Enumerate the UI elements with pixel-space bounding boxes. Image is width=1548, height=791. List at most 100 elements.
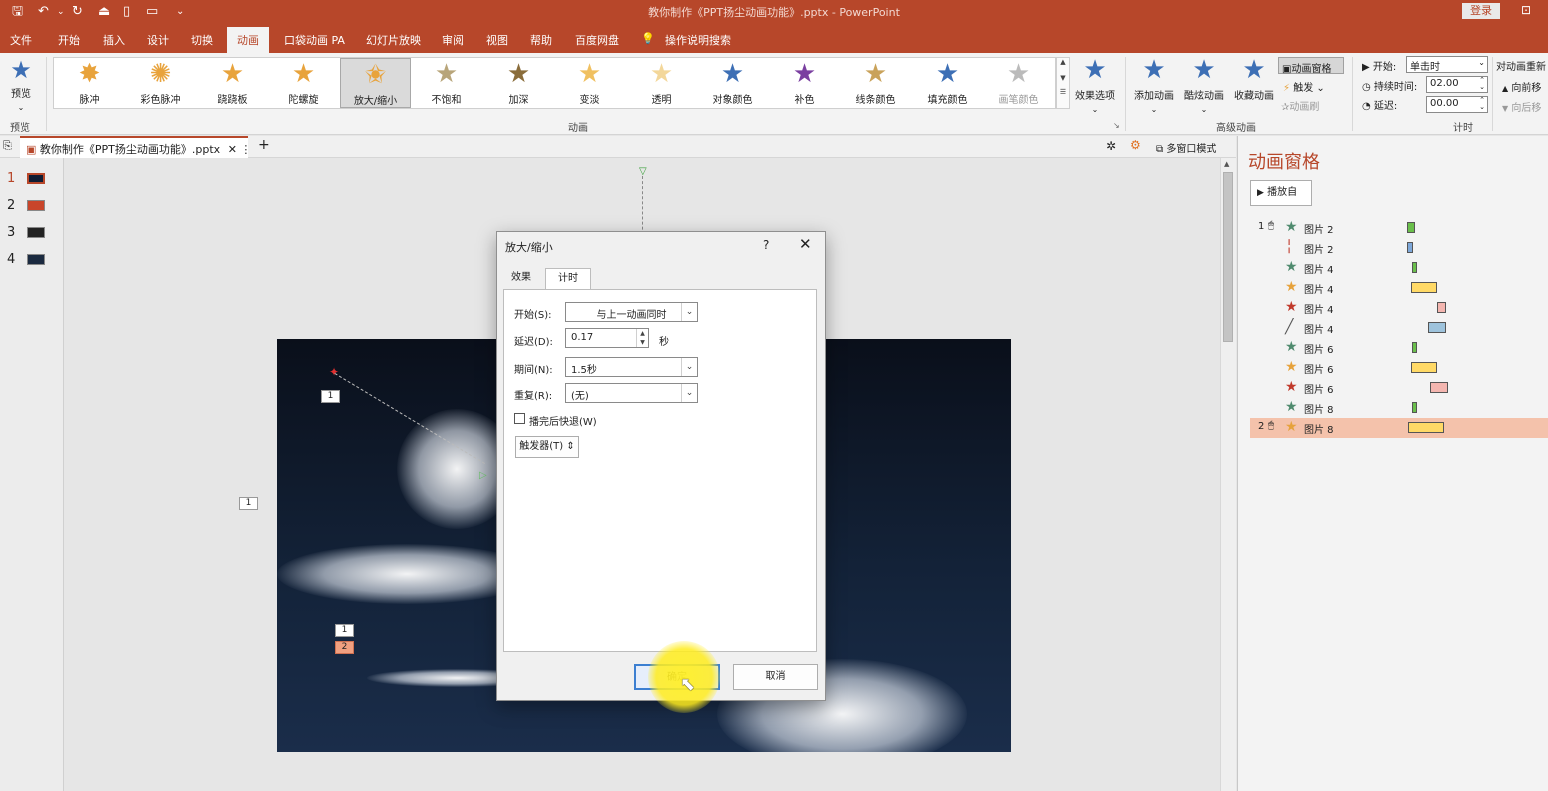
timeline-bar[interactable] [1407,222,1415,233]
dialog-launcher-icon[interactable]: ↘ [1113,121,1120,130]
help-icon[interactable]: ? [763,238,769,252]
gallery-more-icon[interactable]: ☰ [1057,88,1069,96]
menu-design[interactable]: 设计 [147,32,169,48]
timeline-bar[interactable] [1411,362,1437,373]
spinner-icon[interactable]: ⌃ ⌄ [1479,97,1485,111]
tab-effect[interactable]: 效果 [504,268,538,290]
scroll-up-icon[interactable]: ▲ [1224,160,1229,168]
slide-thumbnail[interactable] [27,200,45,211]
timeline-bar[interactable] [1408,422,1444,433]
vertical-scrollbar[interactable]: ▲ [1220,158,1236,791]
preview-button[interactable]: ★ 预览 ⌄ [4,57,38,117]
menu-help[interactable]: 帮助 [530,32,552,48]
gallery-spin[interactable]: ★ 陀螺旋 [268,58,339,108]
menu-review[interactable]: 审阅 [442,32,464,48]
login-button[interactable]: 登录 [1462,3,1500,19]
gallery-line-color[interactable]: ★ 线条颜色 [840,58,911,108]
gallery-color-pulse[interactable]: ✺ 彩色脉冲 [125,58,196,108]
animation-row[interactable]: ★ 图片 6 [1250,358,1548,378]
settings-gear-icon[interactable]: ⚙ [1130,138,1141,152]
spinner-icon[interactable]: ▲ ▼ [636,329,648,347]
menu-transitions[interactable]: 切换 [191,32,213,48]
tab-list-icon[interactable]: ⎘ [3,139,12,153]
animation-row[interactable]: ★ 图片 8 [1250,398,1548,418]
timeline-bar[interactable] [1430,382,1448,393]
spinner-icon[interactable]: ⌃ ⌄ [1479,77,1485,91]
start-select[interactable]: 与上一动画同时 ⌄ [565,302,698,322]
slide-thumbnail[interactable] [27,254,45,265]
animation-row[interactable]: 2 🖱 ★ 图片 8 [1250,418,1548,438]
more-vertical-icon[interactable]: ⋮ [240,143,251,156]
duration-input[interactable]: 02.00 ⌃ ⌄ [1426,76,1488,93]
repeat-select[interactable]: (无) ⌄ [565,383,698,403]
cancel-button[interactable]: 取消 [733,664,818,690]
trigger-button[interactable]: 触发器(T) ⇕ [515,436,579,458]
move-later-button[interactable]: ▼ 向后移 [1502,99,1541,114]
gallery-scroll[interactable]: ▲ ▼ ☰ [1056,57,1070,109]
animation-row[interactable]: ╱ 图片 4 [1250,318,1548,338]
slide-thumbnail[interactable] [27,173,45,184]
move-earlier-button[interactable]: ▲ 向前移 [1502,79,1541,94]
close-tab-icon[interactable]: ✕ [228,143,237,156]
timeline-bar[interactable] [1412,262,1417,273]
period-select[interactable]: 1.5秒 ⌄ [565,357,698,377]
menu-view[interactable]: 视图 [486,32,508,48]
ribbon-display-icon[interactable]: ⊡ [1521,3,1531,17]
timeline-bar[interactable] [1407,242,1413,253]
menu-baidu[interactable]: 百度网盘 [575,32,619,48]
menu-file[interactable]: 文件 [10,32,32,48]
gallery-brush-color[interactable]: ★ 画笔颜色 [983,58,1054,108]
menu-home[interactable]: 开始 [58,32,80,48]
menu-pocket-animation[interactable]: 口袋动画 PA [284,32,345,48]
gallery-pulse[interactable]: ✸ 脉冲 [54,58,125,108]
gallery-complementary[interactable]: ★ 补色 [769,58,840,108]
gallery-fill-color[interactable]: ★ 填充颜色 [912,58,983,108]
animation-row[interactable]: ╎ 图片 2 [1250,238,1548,258]
timeline-bar[interactable] [1411,282,1437,293]
timeline-bar[interactable] [1412,402,1417,413]
favorite-animation-button[interactable]: ★ 收藏动画 [1230,57,1278,117]
gallery-object-color[interactable]: ★ 对象颜色 [697,58,768,108]
gallery-desaturate[interactable]: ★ 不饱和 [411,58,482,108]
pin-icon[interactable]: ✲ [1106,139,1116,153]
menu-animations[interactable]: 动画 [227,27,269,53]
gallery-up-icon[interactable]: ▲ [1057,58,1069,66]
animation-brush-button[interactable]: ✰动画刷 [1281,98,1319,113]
animation-tag[interactable]: 1 [335,624,354,637]
animation-row[interactable]: ★ 图片 4 [1250,298,1548,318]
add-animation-button[interactable]: ★ 添加动画 ⌄ [1130,57,1178,117]
rewind-checkbox[interactable] [514,413,525,424]
timeline-bar[interactable] [1437,302,1446,313]
delay-input[interactable]: 00.00 ⌃ ⌄ [1426,96,1488,113]
tab-timing[interactable]: 计时 [545,268,591,290]
gallery-grow-shrink[interactable]: ✬ 放大/缩小 [340,58,411,108]
gallery-darken[interactable]: ★ 加深 [483,58,554,108]
gallery-down-icon[interactable]: ▼ [1057,74,1069,82]
timeline-bar[interactable] [1428,322,1446,333]
multi-window-button[interactable]: ⧉ 多窗口模式 [1156,140,1216,155]
play-from-button[interactable]: ▶ 播放自 [1250,180,1312,206]
effect-options-button[interactable]: ★ 效果选项 ⌄ [1071,57,1119,117]
slide-thumbnail[interactable] [27,227,45,238]
animation-pane-button[interactable]: ▣动画窗格 [1278,57,1344,75]
gallery-teeter[interactable]: ★ 跷跷板 [197,58,268,108]
trigger-button[interactable]: ⚡ 触发 ⌄ [1283,79,1325,94]
animation-row[interactable]: ★ 图片 4 [1250,278,1548,298]
menu-insert[interactable]: 插入 [103,32,125,48]
animation-tag[interactable]: 2 [335,641,354,654]
start-select[interactable]: 单击时 ⌄ [1406,56,1488,73]
scroll-thumb[interactable] [1223,172,1233,342]
new-tab-icon[interactable]: + [258,137,270,153]
gallery-lighten[interactable]: ★ 变淡 [554,58,625,108]
timeline-bar[interactable] [1412,342,1417,353]
animation-row[interactable]: ★ 图片 6 [1250,338,1548,358]
gallery-transparency[interactable]: ★ 透明 [626,58,697,108]
offslide-animation-tag[interactable]: 1 [239,497,258,510]
menu-slideshow[interactable]: 幻灯片放映 [366,32,421,48]
cool-animation-button[interactable]: ★ 酷炫动画 ⌄ [1180,57,1228,117]
tell-me-search[interactable]: 操作说明搜索 [665,32,731,48]
close-icon[interactable]: ✕ [799,235,812,253]
animation-row[interactable]: ★ 图片 4 [1250,258,1548,278]
document-tab[interactable]: ▣ 教你制作《PPT扬尘动画功能》.pptx ✕ ⋮ [20,136,251,158]
animation-row[interactable]: ★ 图片 6 [1250,378,1548,398]
